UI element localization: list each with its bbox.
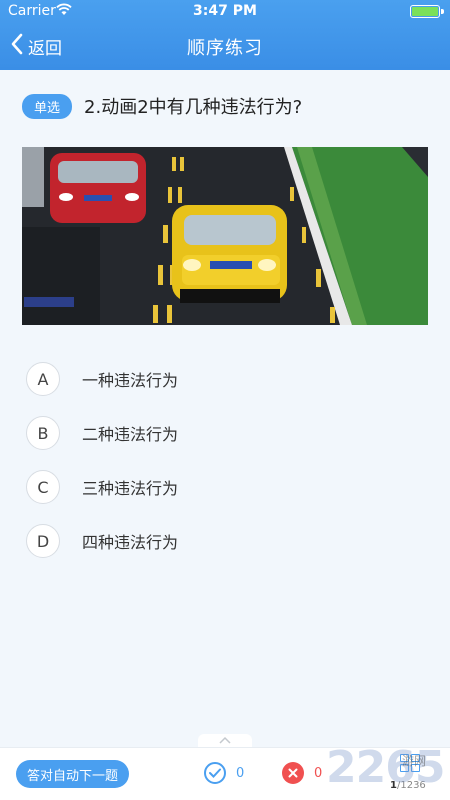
option-d[interactable]: D 四种违法行为 xyxy=(26,514,426,568)
question-text: 2.动画2中有几种违法行为? xyxy=(84,97,303,118)
nav-bar: 返回 顺序练习 xyxy=(0,22,450,70)
option-b-letter: B xyxy=(26,416,60,450)
question-image xyxy=(22,147,428,325)
option-a[interactable]: A 一种违法行为 xyxy=(26,352,426,406)
option-b-text: 二种违法行为 xyxy=(82,425,179,444)
option-c-letter: C xyxy=(26,470,60,504)
answer-options: A 一种违法行为 B 二种违法行为 C 三种违法行为 D 四种违法行为 xyxy=(26,352,426,568)
check-icon xyxy=(204,762,226,784)
option-c-text: 三种违法行为 xyxy=(82,479,179,498)
option-a-text: 一种违法行为 xyxy=(82,371,179,390)
wrong-count: 0 xyxy=(282,762,322,784)
auto-next-toggle[interactable]: 答对自动下一题 xyxy=(16,760,129,788)
question-type-badge: 单选 xyxy=(22,93,73,119)
page-title: 顺序练习 xyxy=(187,38,263,59)
question-header: 单选 2.动画2中有几种违法行为? xyxy=(22,93,432,119)
status-time: 3:47 PM xyxy=(193,3,257,19)
correct-count-value: 0 xyxy=(236,765,245,781)
wrong-count-value: 0 xyxy=(314,765,323,781)
status-bar: Carrier 3:47 PM xyxy=(0,0,450,22)
expand-panel-handle[interactable] xyxy=(198,734,252,748)
watermark-site: 游网 xyxy=(402,754,427,768)
option-b[interactable]: B 二种违法行为 xyxy=(26,406,426,460)
option-a-letter: A xyxy=(26,362,60,396)
option-c[interactable]: C 三种违法行为 xyxy=(26,460,426,514)
option-d-text: 四种违法行为 xyxy=(82,533,179,552)
correct-count: 0 xyxy=(204,762,244,784)
watermark-logo: 2265 xyxy=(326,742,445,793)
close-icon xyxy=(282,762,304,784)
app-header: Carrier 3:47 PM 返回 顺序练习 xyxy=(0,0,450,70)
option-d-letter: D xyxy=(26,524,60,558)
battery-icon xyxy=(410,5,444,18)
chevron-up-icon xyxy=(218,736,232,747)
